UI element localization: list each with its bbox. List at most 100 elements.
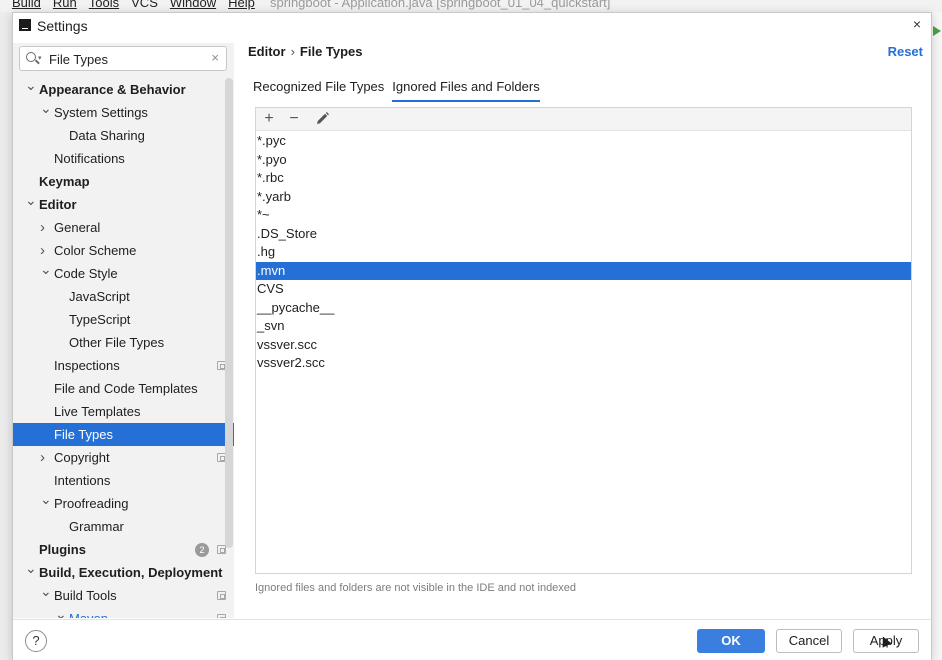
menu-help[interactable]: Help: [228, 0, 255, 10]
search-input[interactable]: ▾ File Types ×: [19, 46, 227, 71]
list-item[interactable]: _svn: [256, 317, 911, 336]
sidebar-item-label: Data Sharing: [69, 128, 145, 143]
list-item[interactable]: *.yarb: [256, 188, 911, 207]
sidebar-item-notifications[interactable]: Notifications: [13, 147, 234, 170]
chevron-down-icon[interactable]: ⌄: [55, 603, 67, 618]
settings-dialog: Settings × ▾ File Types × ⌄ Appearance & …: [12, 12, 932, 660]
dialog-titlebar: Settings ×: [13, 13, 931, 39]
sidebar-item-label: Proofreading: [54, 496, 129, 511]
sidebar-item-label: Inspections: [54, 358, 120, 373]
chevron-down-icon[interactable]: ⌄: [40, 580, 52, 603]
sidebar-item-javascript[interactable]: JavaScript: [13, 285, 234, 308]
sidebar-item-build-tools[interactable]: ⌄ Build Tools: [13, 583, 234, 607]
sidebar-item-label: File Types: [54, 427, 114, 442]
list-item[interactable]: *.pyc: [256, 132, 911, 151]
sidebar-item-label: Keymap: [39, 174, 90, 189]
help-button[interactable]: ?: [25, 630, 47, 652]
menu-run[interactable]: Run: [53, 0, 77, 10]
chevron-down-icon[interactable]: ⌄: [25, 74, 37, 97]
menu-tools[interactable]: Tools: [89, 0, 119, 10]
list-item[interactable]: .hg: [256, 243, 911, 262]
search-history-dropdown-icon[interactable]: ▾: [38, 54, 42, 62]
breadcrumb-current: File Types: [299, 44, 363, 59]
tab-ignored-files-and-folders[interactable]: Ignored Files and Folders: [392, 79, 540, 102]
ide-menubar: Build Run Tools VCS Window Help springbo…: [0, 0, 942, 12]
clear-search-icon[interactable]: ×: [211, 50, 219, 65]
sidebar-item-plugins[interactable]: Plugins 2: [13, 538, 234, 561]
ide-right-edge: [932, 12, 942, 660]
chevron-down-icon[interactable]: ⌄: [40, 97, 52, 120]
sidebar-item-label: JavaScript: [69, 289, 130, 304]
project-scope-icon: [217, 545, 226, 554]
settings-content: Editor › File Types Reset Recognized Fil…: [235, 39, 931, 619]
close-icon[interactable]: ×: [913, 16, 921, 32]
sidebar-item-label: Copyright: [54, 450, 110, 465]
ok-button[interactable]: OK: [697, 629, 765, 653]
sidebar-item-other-file-types[interactable]: Other File Types: [13, 331, 234, 354]
menu-build[interactable]: Build: [12, 0, 41, 10]
add-icon[interactable]: +: [259, 110, 279, 128]
sidebar-item-live-templates[interactable]: Live Templates: [13, 400, 234, 423]
ignored-items: *.pyc *.pyo *.rbc *.yarb *~ .DS_Store .hg .mvn C…: [256, 132, 911, 373]
sidebar-item-general[interactable]: › General: [13, 216, 234, 239]
apply-button[interactable]: Apply: [853, 629, 919, 653]
search-value[interactable]: File Types: [49, 52, 108, 67]
update-count-badge: 2: [195, 543, 209, 557]
settings-tree: ⌄ Appearance & Behavior ⌄ System Settings Da…: [13, 77, 234, 618]
sidebar-item-file-and-code-templates[interactable]: File and Code Templates: [13, 377, 234, 400]
list-item[interactable]: *~: [256, 206, 911, 225]
sidebar-item-typescript[interactable]: TypeScript: [13, 308, 234, 331]
chevron-right-icon[interactable]: ›: [40, 216, 45, 239]
sidebar-item-grammar[interactable]: Grammar: [13, 515, 234, 538]
sidebar-item-label: System Settings: [54, 105, 148, 120]
chevron-right-icon[interactable]: ›: [40, 446, 45, 469]
sidebar-item-label: Code Style: [54, 266, 118, 281]
intellij-app-icon: [19, 19, 31, 31]
sidebar-scrollbar[interactable]: [225, 78, 233, 548]
sidebar-item-code-style[interactable]: ⌄ Code Style: [13, 261, 234, 285]
ide-project-title: springboot - Application.java [springboo…: [270, 0, 611, 10]
sidebar-item-data-sharing[interactable]: Data Sharing: [13, 124, 234, 147]
list-item[interactable]: vssver2.scc: [256, 354, 911, 373]
run-icon: [933, 26, 941, 36]
sidebar-item-copyright[interactable]: › Copyright: [13, 446, 234, 469]
chevron-down-icon[interactable]: ⌄: [40, 488, 52, 511]
list-item[interactable]: .DS_Store: [256, 225, 911, 244]
chevron-down-icon[interactable]: ⌄: [25, 189, 37, 212]
sidebar-item-label: Editor: [39, 197, 77, 212]
sidebar-item-label: Live Templates: [54, 404, 141, 419]
search-icon: [26, 52, 36, 62]
list-item[interactable]: vssver.scc: [256, 336, 911, 355]
ide-menu: Build Run Tools VCS Window Help: [12, 0, 255, 10]
menu-vcs[interactable]: VCS: [131, 0, 158, 10]
list-toolbar: + −: [256, 108, 911, 131]
tab-recognized-file-types[interactable]: Recognized File Types: [253, 79, 384, 102]
sidebar-item-label: File and Code Templates: [54, 381, 198, 396]
sidebar-item-system-settings[interactable]: ⌄ System Settings: [13, 100, 234, 124]
remove-icon[interactable]: −: [284, 110, 304, 128]
list-item[interactable]: *.rbc: [256, 169, 911, 188]
project-scope-icon: [217, 591, 226, 600]
breadcrumb-separator: ›: [290, 44, 295, 59]
sidebar-item-file-types[interactable]: File Types: [13, 423, 234, 446]
sidebar-item-inspections[interactable]: Inspections: [13, 354, 234, 377]
sidebar-item-keymap[interactable]: Keymap: [13, 170, 234, 193]
list-item[interactable]: *.pyo: [256, 151, 911, 170]
breadcrumb: Editor › File Types: [248, 44, 363, 59]
cancel-button[interactable]: Cancel: [776, 629, 842, 653]
chevron-down-icon[interactable]: ⌄: [40, 258, 52, 281]
chevron-down-icon[interactable]: ⌄: [25, 557, 37, 580]
reset-link[interactable]: Reset: [888, 44, 923, 59]
hint-text: Ignored files and folders are not visibl…: [255, 582, 577, 594]
sidebar-item-label: General: [54, 220, 101, 235]
menu-window[interactable]: Window: [170, 0, 216, 10]
list-item[interactable]: CVS: [256, 280, 911, 299]
list-item[interactable]: __pycache__: [256, 299, 911, 318]
list-item[interactable]: .mvn: [256, 261, 911, 280]
sidebar-item-maven[interactable]: ⌄Maven: [13, 606, 234, 618]
sidebar-item-proofreading[interactable]: ⌄ Proofreading: [13, 491, 234, 515]
sidebar-item-label: Color Scheme: [54, 243, 137, 258]
sidebar-item-label: TypeScript: [69, 312, 131, 327]
edit-pencil-icon[interactable]: [314, 111, 330, 127]
sidebar-item-editor[interactable]: ⌄ Editor: [13, 192, 234, 216]
